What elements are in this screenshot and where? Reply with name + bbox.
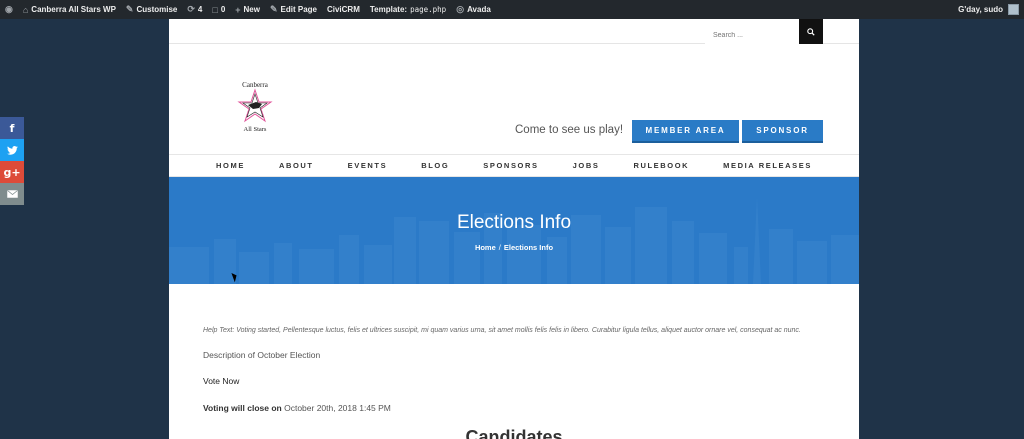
avada-icon: ◎ [456, 4, 465, 14]
admin-bar-site-name[interactable]: ⌂ Canberra All Stars WP [18, 0, 121, 19]
page-title-banner: Elections Info Home / Elections Info [169, 177, 859, 284]
member-area-button[interactable]: MEMBER AREA [632, 120, 739, 143]
admin-bar-avada[interactable]: ◎ Avada [451, 0, 496, 19]
site-logo[interactable]: Canberra All Stars [231, 78, 279, 134]
nav-item-about[interactable]: ABOUT [262, 161, 331, 170]
main-navigation: HOME ABOUT EVENTS BLOG SPONSORS JOBS RUL… [169, 155, 859, 177]
nav-item-jobs[interactable]: JOBS [556, 161, 617, 170]
admin-bar-updates[interactable]: ⟳ 4 [182, 0, 207, 19]
admin-bar-template[interactable]: Template: page.php [365, 0, 451, 19]
header-tagline: Come to see us play! [515, 124, 624, 136]
election-description: Description of October Election [203, 350, 321, 360]
search-form [705, 19, 823, 44]
svg-text:Canberra: Canberra [242, 81, 269, 89]
page-title: Elections Info [456, 212, 572, 233]
admin-bar-edit-page[interactable]: ✎ Edit Page [265, 0, 322, 19]
search-icon [807, 27, 815, 36]
admin-bar-account[interactable]: G'day, sudo [953, 0, 1024, 19]
comment-icon: □ [212, 4, 218, 15]
svg-text:All Stars: All Stars [244, 126, 267, 133]
breadcrumb-current: Elections Info [503, 243, 554, 252]
breadcrumb: Home / Elections Info [169, 243, 859, 252]
admin-bar-customise[interactable]: ✎ Customise [121, 0, 182, 19]
home-icon: ⌂ [22, 4, 29, 15]
nav-item-events[interactable]: EVENTS [331, 161, 405, 170]
nav-item-sponsors[interactable]: SPONSORS [466, 161, 555, 170]
brush-icon: ✎ [125, 4, 134, 14]
avatar [1008, 4, 1019, 15]
help-text: Help Text: Voting started, Pellentesque … [203, 327, 801, 334]
wp-admin-bar: ◉ ⌂ Canberra All Stars WP ✎ Customise ⟳ 4 □… [0, 0, 1024, 19]
admin-bar-comments[interactable]: □ 0 [207, 0, 230, 19]
admin-bar-new[interactable]: + New [230, 0, 265, 19]
candidates-heading: Candidates [465, 427, 563, 439]
nav-item-blog[interactable]: BLOG [404, 161, 466, 170]
social-share-sidebar: f g+ [0, 117, 24, 205]
vote-now-link[interactable]: Vote Now [203, 376, 825, 386]
secondary-header [169, 19, 859, 44]
twitter-icon[interactable] [0, 139, 24, 161]
nav-item-rulebook[interactable]: RULEBOOK [616, 161, 706, 170]
breadcrumb-home-link[interactable]: Home [475, 243, 496, 252]
main-header: Canberra All Stars Come to see us play! … [169, 44, 859, 155]
nav-item-media-releases[interactable]: MEDIA RELEASES [706, 161, 829, 170]
sponsor-button[interactable]: SPONSOR [742, 120, 823, 143]
plus-icon: + [235, 4, 241, 15]
nav-item-home[interactable]: HOME [199, 161, 262, 170]
wordpress-logo-icon[interactable]: ◉ [0, 0, 18, 19]
facebook-icon[interactable]: f [0, 117, 24, 139]
voting-close-info: Voting will close on October 20th, 2018 … [203, 403, 391, 413]
page-container: Canberra All Stars Come to see us play! … [169, 19, 859, 439]
google-plus-icon[interactable]: g+ [0, 161, 24, 183]
admin-bar-civicrm[interactable]: CiviCRM [322, 0, 365, 19]
updates-icon: ⟳ [187, 4, 195, 14]
email-icon[interactable] [0, 183, 24, 205]
search-button[interactable] [799, 19, 823, 44]
breadcrumb-separator: / [498, 243, 501, 252]
page-content: Help Text: Voting started, Pellentesque … [169, 327, 859, 439]
pencil-icon: ✎ [269, 4, 278, 14]
search-input[interactable] [705, 19, 799, 44]
